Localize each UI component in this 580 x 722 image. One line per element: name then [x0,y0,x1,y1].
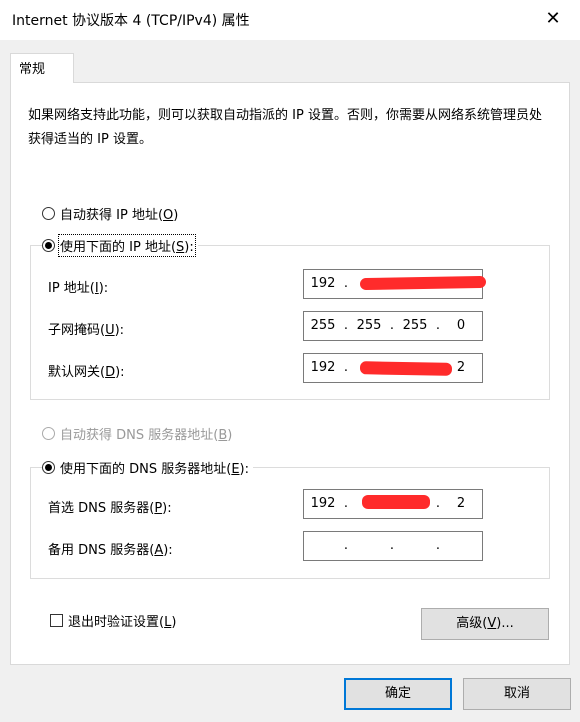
checkbox-box [50,614,63,627]
radio-circle-selected [42,239,55,252]
octet-dot: . [389,318,395,333]
octet-dot: . [343,318,349,333]
octet-1: 192 [310,360,336,375]
auto-dns-radio[interactable]: 自动获得 DNS 服务器地址(B) [42,424,237,443]
ip-address-field[interactable]: 192 . . . [303,269,487,299]
radio-circle [42,427,55,440]
gateway-label: 默认网关(D): [48,365,125,380]
subnet-mask-label: 子网掩码(U): [48,323,125,338]
octet-1: 192 [310,496,336,511]
octet-4: 2 [456,496,466,511]
octet-dot: . [435,538,441,553]
title-bar: Internet 协议版本 4 (TCP/IPv4) 属性 ✕ [0,0,580,40]
redaction-mark [359,361,453,376]
radio-circle [42,207,55,220]
window-title: Internet 协议版本 4 (TCP/IPv4) 属性 [12,13,250,29]
octet-1: 192 [310,276,336,291]
octet-4: 0 [456,318,466,333]
auto-ip-label: 自动获得 IP 地址(O) [60,208,179,223]
manual-ip-label: 使用下面的 IP 地址(S): [58,234,196,257]
dns-group-box [30,467,550,579]
alternate-dns-label: 备用 DNS 服务器(A): [48,543,173,558]
octet-dot: . [343,360,349,375]
manual-dns-radio[interactable]: 使用下面的 DNS 服务器地址(E): [42,458,253,477]
advanced-button[interactable]: 高级(V)... [421,608,549,640]
octet-1: 255 [310,318,336,333]
octet-dot: . [343,538,349,553]
auto-dns-label: 自动获得 DNS 服务器地址(B) [60,428,233,443]
validate-on-exit-label: 退出时验证设置(L) [68,615,177,630]
octet-3: 255 [402,318,428,333]
tab-general[interactable]: 常规 [10,53,74,83]
octet-dot: . [343,496,349,511]
octet-dot: . [435,318,441,333]
preferred-dns-label: 首选 DNS 服务器(P): [48,501,172,516]
octet-2: 255 [356,318,382,333]
octet-dot: . [389,538,395,553]
validate-on-exit-checkbox[interactable]: 退出时验证设置(L) [50,611,176,630]
redaction-mark [359,275,487,291]
gateway-field[interactable]: 192 . . . 2 [303,353,483,383]
close-icon[interactable]: ✕ [538,6,568,32]
preferred-dns-field[interactable]: 192 . . . 2 [303,489,483,519]
subnet-mask-field[interactable]: 255 . 255 . 255 . 0 [303,311,483,341]
octet-dot: . [343,276,349,291]
octet-dot: . [435,496,441,511]
manual-ip-radio[interactable]: 使用下面的 IP 地址(S): [42,234,198,257]
cancel-button[interactable]: 取消 [463,678,571,710]
manual-dns-label: 使用下面的 DNS 服务器地址(E): [60,462,249,477]
ok-button[interactable]: 确定 [344,678,452,710]
description-text: 如果网络支持此功能，则可以获取自动指派的 IP 设置。否则，你需要从网络系统管理… [28,108,542,147]
auto-ip-radio[interactable]: 自动获得 IP 地址(O) [42,204,183,223]
redaction-mark [362,495,430,509]
alternate-dns-field[interactable]: . . . [303,531,483,561]
radio-circle-selected [42,461,55,474]
ip-address-label: IP 地址(I): [48,281,109,296]
